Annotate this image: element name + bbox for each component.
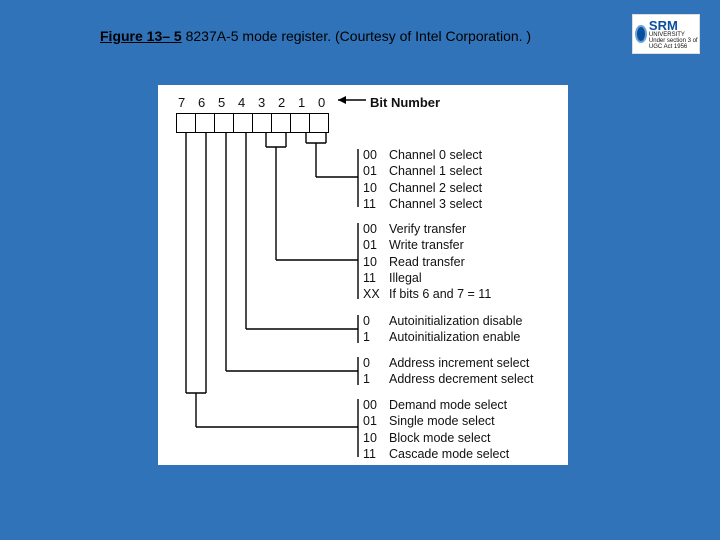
field-section: 0Address increment select1Address decrem… <box>363 355 534 388</box>
field-text: Channel 3 select <box>389 197 482 211</box>
field-text: Address decrement select <box>389 372 534 386</box>
field-code: 01 <box>363 413 389 429</box>
field-text: Write transfer <box>389 238 464 252</box>
field-text: If bits 6 and 7 = 11 <box>389 287 491 301</box>
logo-badge-icon <box>635 25 647 43</box>
register-diagram: 76543210 Bit Number <box>158 85 568 465</box>
field-code: 10 <box>363 430 389 446</box>
field-text: Single mode select <box>389 414 495 428</box>
field-section: 0Autoinitialization disable1Autoinitiali… <box>363 313 522 346</box>
field-code: 1 <box>363 329 389 345</box>
field-row: 10Channel 2 select <box>363 180 482 196</box>
field-code: 11 <box>363 196 389 212</box>
field-code: 1 <box>363 371 389 387</box>
field-row: 00Demand mode select <box>363 397 509 413</box>
field-text: Demand mode select <box>389 398 507 412</box>
field-code: 0 <box>363 355 389 371</box>
field-code: 11 <box>363 270 389 286</box>
field-section: 00Channel 0 select01Channel 1 select10Ch… <box>363 147 482 212</box>
field-text: Illegal <box>389 271 422 285</box>
field-row: 01Single mode select <box>363 413 509 429</box>
field-text: Verify transfer <box>389 222 466 236</box>
field-row: 0Address increment select <box>363 355 534 371</box>
field-text: Channel 2 select <box>389 181 482 195</box>
field-row: 01Write transfer <box>363 237 491 253</box>
field-text: Autoinitialization disable <box>389 314 522 328</box>
field-code: 01 <box>363 163 389 179</box>
field-code: 00 <box>363 221 389 237</box>
field-code: 10 <box>363 180 389 196</box>
field-row: 10Block mode select <box>363 430 509 446</box>
field-section: 00Demand mode select01Single mode select… <box>363 397 509 462</box>
field-code: 10 <box>363 254 389 270</box>
field-section: 00Verify transfer01Write transfer10Read … <box>363 221 491 302</box>
logo-sub2: Under section 3 of UGC Act 1956 <box>649 38 699 50</box>
field-row: 11Cascade mode select <box>363 446 509 462</box>
field-row: 1Autoinitialization enable <box>363 329 522 345</box>
figure-number: Figure 13– 5 <box>100 28 182 44</box>
figure-caption-text: 8237A-5 mode register. (Courtesy of Inte… <box>186 28 532 44</box>
logo-name: SRM <box>649 19 699 32</box>
field-code: 00 <box>363 397 389 413</box>
field-text: Read transfer <box>389 255 465 269</box>
field-row: 00Channel 0 select <box>363 147 482 163</box>
figure-caption: Figure 13– 5 8237A-5 mode register. (Cou… <box>100 28 531 44</box>
field-row: 0Autoinitialization disable <box>363 313 522 329</box>
field-text: Autoinitialization enable <box>389 330 520 344</box>
field-row: 1Address decrement select <box>363 371 534 387</box>
field-code: XX <box>363 286 389 302</box>
field-code: 00 <box>363 147 389 163</box>
field-text: Address increment select <box>389 356 529 370</box>
field-row: 10Read transfer <box>363 254 491 270</box>
field-text: Cascade mode select <box>389 447 509 461</box>
field-row: XXIf bits 6 and 7 = 11 <box>363 286 491 302</box>
field-text: Block mode select <box>389 431 490 445</box>
field-text: Channel 0 select <box>389 148 482 162</box>
field-row: 11Channel 3 select <box>363 196 482 212</box>
field-row: 11Illegal <box>363 270 491 286</box>
field-row: 01Channel 1 select <box>363 163 482 179</box>
university-logo: SRM UNIVERSITY Under section 3 of UGC Ac… <box>632 14 700 54</box>
field-row: 00Verify transfer <box>363 221 491 237</box>
field-code: 0 <box>363 313 389 329</box>
field-code: 11 <box>363 446 389 462</box>
field-code: 01 <box>363 237 389 253</box>
field-text: Channel 1 select <box>389 164 482 178</box>
